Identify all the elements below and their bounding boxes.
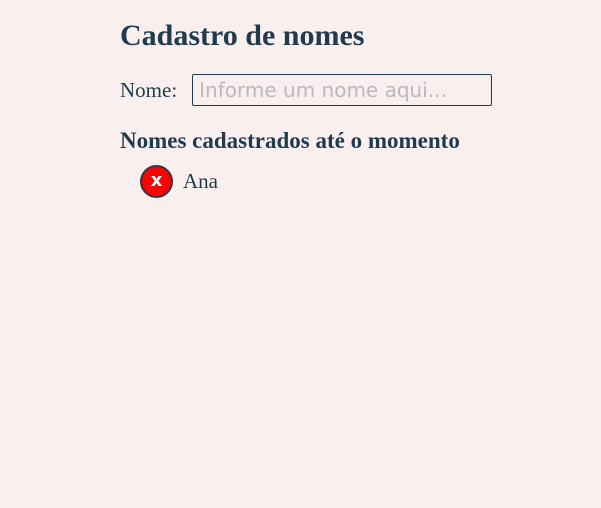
remove-name-button[interactable]: x: [140, 164, 173, 198]
close-icon: x: [150, 169, 163, 191]
registered-names-heading: Nomes cadastrados até o momento: [120, 128, 460, 153]
name-label: Nome:: [120, 78, 178, 102]
name-input[interactable]: [192, 74, 493, 106]
list-item-name: Ana: [183, 169, 218, 193]
registered-names-list: x Ana: [140, 164, 218, 198]
name-form: Nome:: [120, 74, 493, 106]
page-title: Cadastro de nomes: [120, 19, 365, 52]
list-item: x Ana: [140, 164, 218, 198]
